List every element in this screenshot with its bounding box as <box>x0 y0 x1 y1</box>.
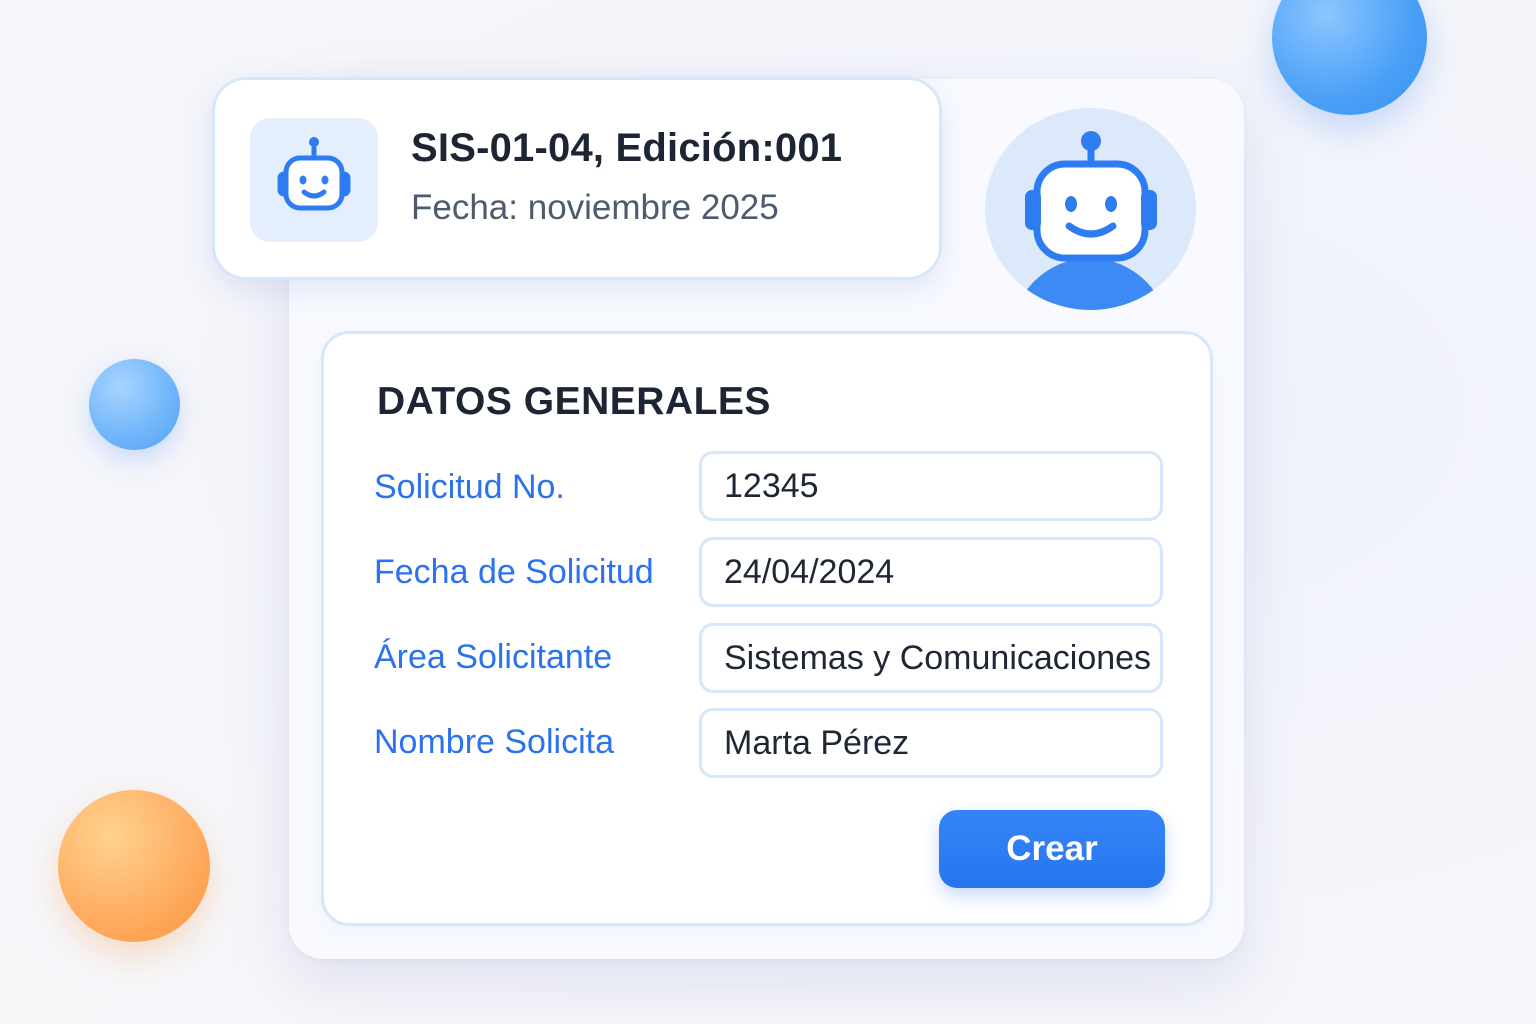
decorative-circle-blue-large <box>1272 0 1427 115</box>
label-request-number: Solicitud No. <box>374 468 565 506</box>
create-button[interactable]: Crear <box>939 810 1165 888</box>
general-data-form: DATOS GENERALES Solicitud No. Fecha de S… <box>321 331 1213 926</box>
document-header: SIS-01-04, Edición:001 Fecha: noviembre … <box>212 77 942 280</box>
label-request-date: Fecha de Solicitud <box>374 553 654 591</box>
request-number-input[interactable] <box>699 451 1163 521</box>
document-date: Fecha: noviembre 2025 <box>411 188 779 227</box>
robot-icon <box>250 118 378 242</box>
document-code-title: SIS-01-04, Edición:001 <box>411 126 843 170</box>
decorative-circle-orange <box>58 790 210 942</box>
request-date-input[interactable] <box>699 537 1163 607</box>
requester-name-input[interactable] <box>699 708 1163 778</box>
label-requesting-area: Área Solicitante <box>374 638 613 676</box>
decorative-circle-blue-small <box>89 359 180 450</box>
form-title: DATOS GENERALES <box>377 380 771 423</box>
robot-avatar-icon <box>985 108 1196 310</box>
requesting-area-input[interactable] <box>699 623 1163 693</box>
label-requester-name: Nombre Solicita <box>374 723 614 761</box>
